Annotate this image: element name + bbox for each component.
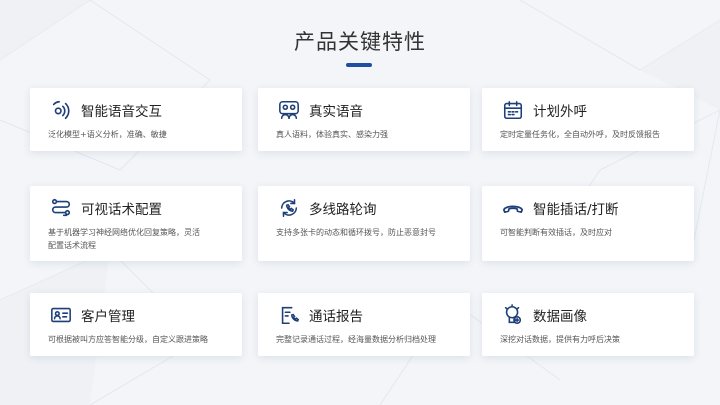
feature-desc: 定时定量任务化，全自动外呼，及时反馈报告 bbox=[500, 130, 660, 139]
feature-title: 真实语音 bbox=[309, 104, 363, 120]
feature-card-multi-line: 多线路轮询 支持多张卡的动态和循环拨号，防止恶意封号 bbox=[258, 186, 470, 261]
feature-desc: 泛化模型+语义分析，准确、敏捷 bbox=[48, 130, 167, 139]
feature-card-call-report: 通话报告 完整记录通话过程，经海量数据分析归档处理 bbox=[258, 293, 470, 356]
feature-card-planned-calls: 计划外呼 定时定量任务化，全自动外呼，及时反馈报告 bbox=[482, 88, 694, 151]
feature-title: 智能插话/打断 bbox=[533, 202, 619, 218]
phone-cycle-icon bbox=[278, 197, 300, 219]
feature-card-interrupt: 智能插话/打断 可智能判断有效插话，及时应对 bbox=[482, 186, 694, 261]
feature-card-voice-interaction: 智能语音交互 泛化模型+语义分析，准确、敏捷 bbox=[30, 88, 242, 151]
flow-icon bbox=[50, 197, 72, 219]
feature-desc: 深挖对话数据，提供有力呼后决策 bbox=[500, 335, 620, 344]
feature-desc: 基于机器学习神经网络优化回复策略，灵活配置话术流程 bbox=[48, 228, 200, 250]
title-underline bbox=[346, 63, 372, 67]
feature-card-customer-management: 客户管理 可根据被叫方应答智能分级，自定义跟进策略 bbox=[30, 293, 242, 356]
feature-title: 通话报告 bbox=[309, 309, 363, 325]
people-chat-icon bbox=[278, 99, 300, 121]
feature-desc: 可根据被叫方应答智能分级，自定义跟进策略 bbox=[48, 335, 208, 344]
feature-title: 数据画像 bbox=[533, 309, 587, 325]
feature-desc: 完整记录通话过程，经海量数据分析归档处理 bbox=[276, 335, 436, 344]
feature-desc: 可智能判断有效插话，及时应对 bbox=[500, 228, 612, 237]
feature-card-real-voice: 真实语音 真人语料，体验真实、感染力强 bbox=[258, 88, 470, 151]
calendar-icon bbox=[502, 99, 524, 121]
feature-desc: 真人语料，体验真实、感染力强 bbox=[276, 130, 388, 139]
report-phone-icon bbox=[278, 304, 300, 326]
hangup-icon bbox=[502, 197, 524, 219]
feature-title: 可视话术配置 bbox=[81, 202, 162, 218]
page-title: 产品关键特性 bbox=[294, 30, 426, 54]
feature-title: 客户管理 bbox=[81, 309, 135, 325]
feature-title: 智能语音交互 bbox=[81, 104, 162, 120]
feature-title: 多线路轮询 bbox=[309, 202, 377, 218]
feature-desc: 支持多张卡的动态和循环拨号，防止恶意封号 bbox=[276, 228, 436, 237]
feature-card-data-profile: 数据画像 深挖对话数据，提供有力呼后决策 bbox=[482, 293, 694, 356]
feature-card-visual-script: 可视话术配置 基于机器学习神经网络优化回复策略，灵活配置话术流程 bbox=[30, 186, 242, 261]
feature-title: 计划外呼 bbox=[533, 104, 587, 120]
voice-wave-icon bbox=[50, 99, 72, 121]
user-profile-icon bbox=[502, 304, 524, 326]
id-card-icon bbox=[50, 304, 72, 326]
